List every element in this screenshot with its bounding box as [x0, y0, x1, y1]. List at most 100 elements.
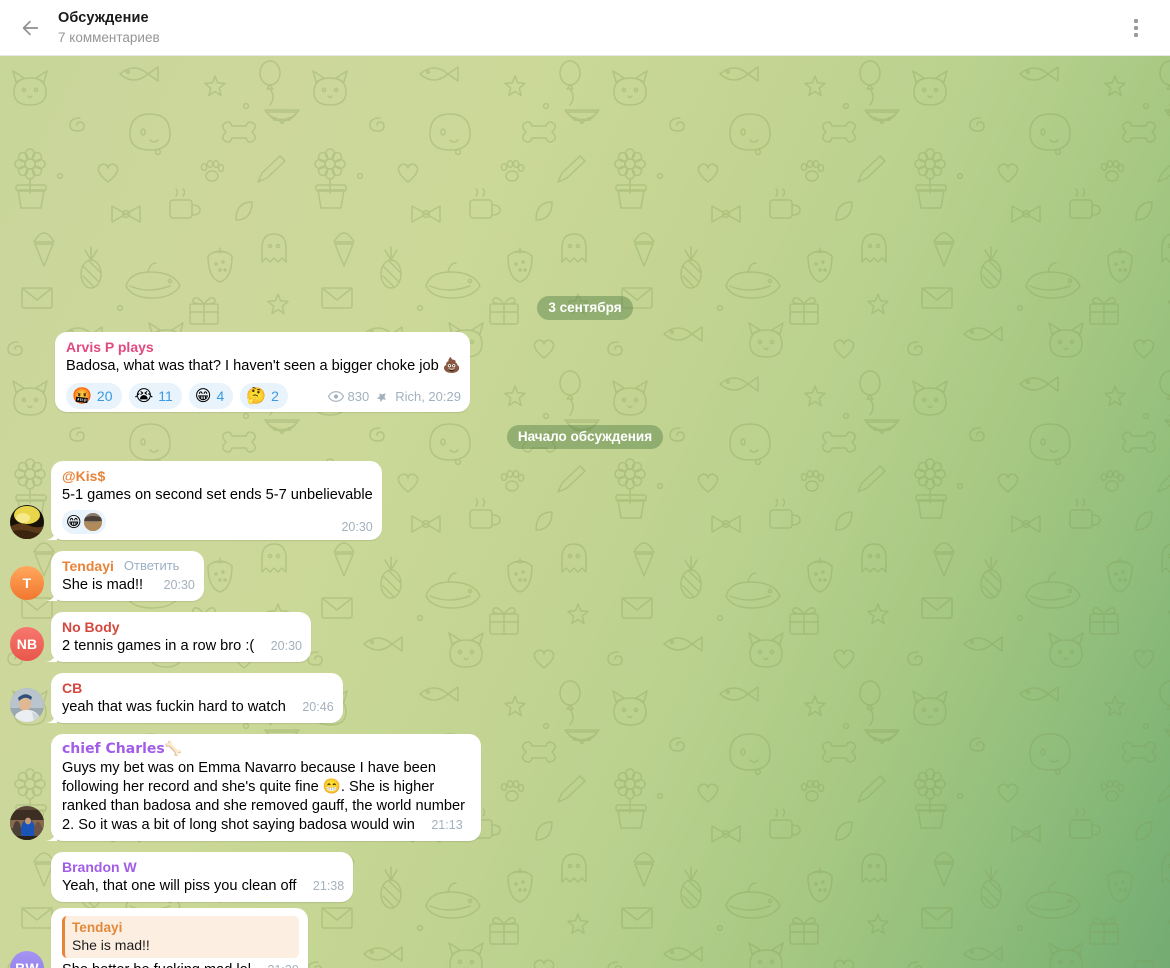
header-subtitle: 7 комментариев: [58, 29, 160, 45]
sender-name: CB: [62, 680, 83, 696]
message-bubble[interactable]: CB yeah that was fuckin hard to watch 20…: [51, 673, 343, 723]
message-sender[interactable]: chief Charles🦴: [62, 740, 472, 758]
avatar-kis[interactable]: [10, 505, 44, 539]
post-signature: Rich, 20:29: [395, 389, 461, 404]
message-body: Yeah, that one will piss you clean off 2…: [62, 877, 344, 896]
message-text: 5-1 games on second set ends 5-7 unbelie…: [62, 487, 373, 503]
sender-name: Brandon W: [62, 859, 137, 875]
channel-post-row: Arvis P plays Badosa, what was that? I h…: [0, 332, 1170, 412]
message-bubble[interactable]: Brandon W Yeah, that one will piss you c…: [51, 852, 354, 902]
message-bubble[interactable]: chief Charles🦴 Guys my bet was on Emma N…: [51, 734, 481, 841]
message-list: 3 сентября Arvis P plays Badosa, what wa…: [0, 296, 1170, 968]
message-time: 20:30: [163, 578, 195, 592]
reaction-emoji: 😁: [66, 512, 82, 531]
avatar-initials: NB: [16, 636, 38, 652]
message-row: @Kis$ 5-1 games on second set ends 5-7 u…: [0, 461, 1170, 540]
arrow-left-icon: [22, 20, 39, 35]
discussion-start-label: Начало обсуждения: [506, 425, 664, 449]
reply-button[interactable]: Ответить: [124, 557, 180, 575]
reaction-count: 4: [216, 388, 225, 404]
avatar-nobody[interactable]: NB: [10, 627, 44, 661]
message-row: Brandon W Yeah, that one will piss you c…: [0, 852, 1170, 902]
sender-name: Tendayi: [62, 558, 114, 574]
avatar-chief-charles[interactable]: [10, 806, 44, 840]
message-bubble[interactable]: Tendayi Ответить She is mad!! 20:30: [51, 551, 204, 601]
sender-name: chief Charles🦴: [62, 741, 183, 757]
sender-name: Arvis P plays: [66, 339, 154, 355]
message-row: CB yeah that was fuckin hard to watch 20…: [0, 673, 1170, 723]
view-count: 830: [327, 389, 370, 404]
reaction-count: 20: [96, 388, 113, 404]
reaction-emoji: 😭: [134, 386, 154, 405]
message-sender[interactable]: CB: [62, 679, 334, 697]
message-bubble[interactable]: Tendayi She is mad!! She better be fucki…: [51, 908, 308, 968]
message-text: yeah that was fuckin hard to watch: [62, 699, 286, 715]
reply-quote-author: Tendayi: [72, 920, 123, 935]
avatar-brandon-w[interactable]: BW: [10, 951, 44, 968]
more-vertical-icon-dot: [1134, 25, 1138, 30]
reaction-chip[interactable]: 🤔 2: [240, 383, 288, 409]
message-sender[interactable]: @Kis$: [62, 467, 373, 485]
avatar-tendayi[interactable]: T: [10, 566, 44, 600]
reaction-count: 2: [271, 388, 279, 404]
message-sender[interactable]: Brandon W: [62, 858, 344, 876]
message-time: 21:38: [312, 879, 345, 893]
more-options-button[interactable]: [1116, 8, 1156, 48]
views-value: 830: [347, 389, 370, 404]
reaction-chip[interactable]: 😁: [62, 510, 106, 534]
avatar-initials: T: [22, 575, 32, 591]
sender-name: No Body: [62, 619, 120, 635]
reaction-chip[interactable]: 🤬 20: [66, 383, 122, 409]
message-text: She is mad!!: [62, 577, 144, 593]
message-bubble[interactable]: @Kis$ 5-1 games on second set ends 5-7 u…: [51, 461, 382, 540]
message-time: 20:30: [270, 639, 302, 653]
reply-quote-text: She is mad!!: [72, 937, 150, 953]
message-body: She is mad!! 20:30: [62, 576, 195, 595]
message-text: Yeah, that one will piss you clean off: [62, 878, 297, 894]
reaction-count: 11: [158, 388, 173, 404]
message-body: Guys my bet was on Emma Navarro because …: [62, 759, 472, 835]
avatar-placeholder: [10, 867, 44, 901]
more-vertical-icon-dot: [1134, 32, 1138, 37]
message-row: chief Charles🦴 Guys my bet was on Emma N…: [0, 734, 1170, 841]
message-time: 20:30: [341, 520, 373, 534]
avatar-image: [10, 688, 44, 722]
date-divider-label: 3 сентября: [537, 296, 633, 320]
message-sender[interactable]: Tendayi Ответить: [62, 557, 195, 575]
more-vertical-icon-dot: [1134, 18, 1138, 23]
reaction-chip[interactable]: 😁 4: [188, 383, 234, 409]
message-text: 2 tennis games in a row bro :(: [62, 638, 255, 654]
chat-area[interactable]: 3 сентября Arvis P plays Badosa, what wa…: [0, 56, 1170, 968]
sender-name: @Kis$: [62, 468, 106, 484]
chat-header: Обсуждение 7 комментариев: [0, 0, 1170, 56]
header-titles[interactable]: Обсуждение 7 комментариев: [58, 9, 160, 47]
message-time: 21:39: [267, 963, 298, 968]
avatar-cb[interactable]: [10, 688, 44, 722]
avatar-image: [83, 513, 102, 531]
channel-post-text: Badosa, what was that? I haven't seen a …: [66, 358, 461, 374]
eye-icon: [327, 391, 344, 402]
date-divider: 3 сентября: [0, 296, 1170, 320]
pin-icon: [377, 392, 387, 402]
message-body: 2 tennis games in a row bro :( 20:30: [62, 637, 302, 656]
channel-post-sender[interactable]: Arvis P plays: [66, 338, 461, 356]
message-row: BW Tendayi She is mad!! She better be fu…: [0, 908, 1170, 968]
page-title: Обсуждение: [58, 9, 149, 26]
message-sender[interactable]: No Body: [62, 618, 302, 636]
message-time: 20:46: [302, 700, 334, 714]
message-row: NB No Body 2 tennis games in a row bro :…: [0, 612, 1170, 662]
reaction-emoji: 🤬: [72, 386, 92, 405]
message-body: She better be fucking mad lol 21:39: [62, 961, 299, 968]
avatar-initials: BW: [15, 960, 39, 968]
avatar-image: [10, 806, 44, 840]
message-text: Guys my bet was on Emma Navarro because …: [62, 760, 470, 833]
message-text: She better be fucking mad lol: [62, 962, 251, 968]
message-footer: 😁 20:30: [62, 505, 373, 534]
reaction-avatar: [83, 513, 102, 531]
back-button[interactable]: [10, 8, 50, 48]
discussion-start-divider: Начало обсуждения: [0, 425, 1170, 449]
reaction-chip[interactable]: 😭 11: [128, 383, 182, 409]
reply-quote[interactable]: Tendayi She is mad!!: [62, 916, 299, 958]
channel-post-bubble[interactable]: Arvis P plays Badosa, what was that? I h…: [55, 332, 470, 412]
message-bubble[interactable]: No Body 2 tennis games in a row bro :( 2…: [51, 612, 311, 662]
